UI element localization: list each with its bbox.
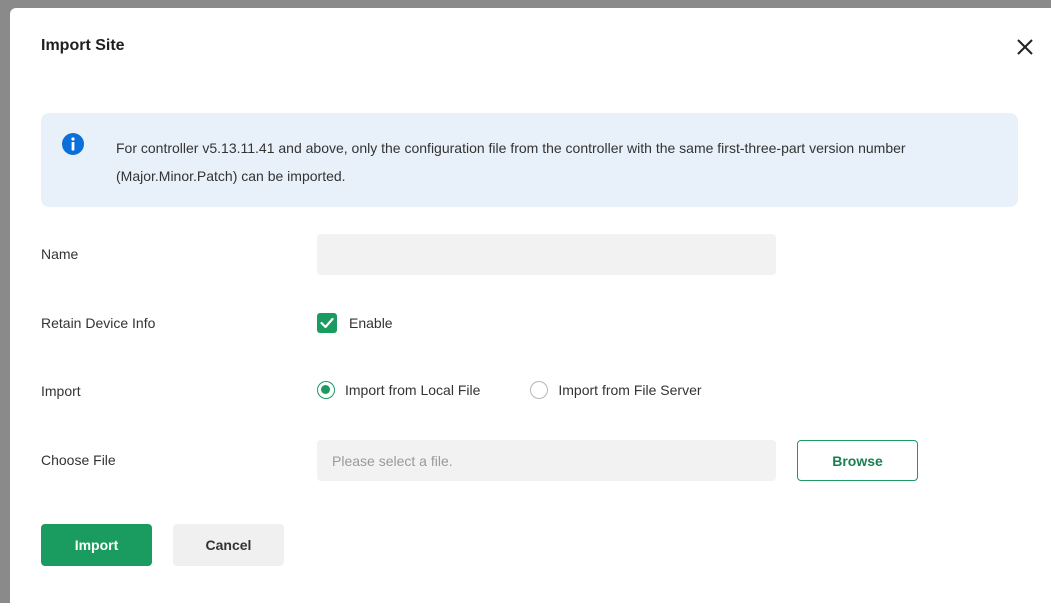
enable-label: Enable: [349, 315, 393, 331]
notice-text: For controller v5.13.11.41 and above, on…: [116, 140, 906, 184]
close-button[interactable]: [1013, 35, 1037, 59]
dialog-title: Import Site: [41, 37, 125, 54]
radio-import-local-file[interactable]: Import from Local File: [317, 381, 480, 399]
cancel-button[interactable]: Cancel: [173, 524, 284, 566]
retain-device-info-label: Retain Device Info: [41, 315, 156, 331]
version-notice: For controller v5.13.11.41 and above, on…: [41, 113, 1018, 207]
retain-device-info-checkbox[interactable]: Enable: [317, 313, 393, 333]
info-icon: [62, 133, 84, 155]
name-input[interactable]: [317, 234, 776, 275]
import-label: Import: [41, 383, 81, 399]
browse-button[interactable]: Browse: [797, 440, 918, 481]
file-path-input[interactable]: [317, 440, 776, 481]
radio-import-file-server[interactable]: Import from File Server: [530, 381, 702, 399]
radio-unselected-icon: [530, 381, 549, 399]
radio-label: Import from Local File: [345, 382, 481, 398]
checkbox-checked-icon: [317, 313, 337, 333]
name-label: Name: [41, 246, 79, 262]
import-site-dialog: Import Site For controller v5.13.11.41 a…: [10, 8, 1051, 603]
radio-selected-icon: [317, 381, 335, 399]
import-source-radio-group: Import from Local File Import from File …: [317, 381, 702, 399]
close-icon: [1017, 39, 1033, 55]
import-button[interactable]: Import: [41, 524, 152, 566]
radio-label: Import from File Server: [558, 382, 702, 398]
choose-file-label: Choose File: [41, 452, 116, 468]
